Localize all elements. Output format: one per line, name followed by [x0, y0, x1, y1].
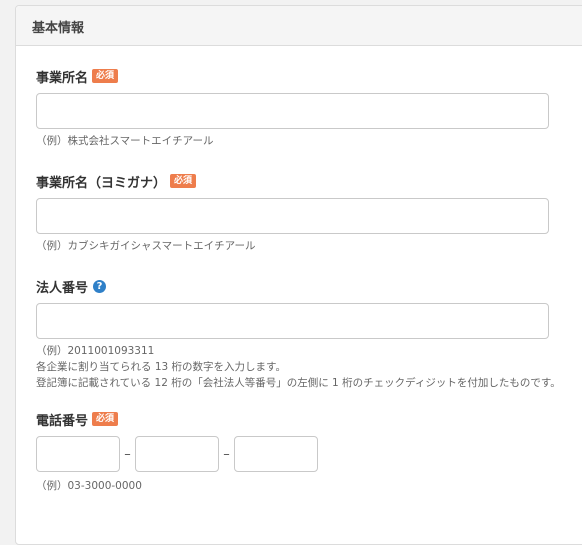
corporate-number-input[interactable] — [36, 303, 549, 339]
form-body: 事業所名 必須 （例）株式会社スマートエイチアール 事業所名（ヨミガナ） 必須 … — [16, 46, 582, 494]
office-name-kana-label: 事業所名（ヨミガナ） — [36, 175, 167, 191]
phone-exchange-input[interactable] — [135, 436, 219, 472]
question-circle-icon[interactable]: ? — [93, 279, 107, 293]
office-name-kana-input[interactable] — [36, 198, 549, 234]
phone-label: 電話番号 — [36, 413, 89, 429]
office-name-label-row: 事業所名 必須 — [36, 66, 582, 86]
office-name-hint: （例）株式会社スマートエイチアール — [36, 135, 214, 147]
section-title: 基本情報 — [16, 6, 582, 46]
corporate-number-hint-example: （例）2011001093311 — [36, 345, 155, 357]
corporate-number-label: 法人番号 — [36, 280, 89, 296]
office-name-input[interactable] — [36, 93, 549, 129]
office-name-label: 事業所名 — [36, 70, 89, 86]
corporate-number-hint-desc: 各企業に割り当てられる 13 桁の数字を入力します。 — [36, 361, 286, 373]
office-name-field: 事業所名 必須 （例）株式会社スマートエイチアール — [36, 66, 582, 149]
phone-separator: – — [223, 446, 230, 462]
corporate-number-field: 法人番号 ? （例）2011001093311 各企業に割り当てられる 13 桁… — [36, 276, 582, 391]
corporate-number-hint: （例）2011001093311 各企業に割り当てられる 13 桁の数字を入力し… — [36, 343, 561, 391]
required-badge: 必須 — [92, 412, 119, 426]
phone-field: 電話番号 必須 – – （例）03-3000-0000 — [36, 409, 582, 494]
office-name-kana-label-row: 事業所名（ヨミガナ） 必須 — [36, 171, 582, 191]
corporate-number-label-row: 法人番号 ? — [36, 276, 582, 296]
phone-label-row: 電話番号 必須 — [36, 409, 582, 429]
phone-inputs: – – — [36, 436, 582, 472]
corporate-number-hint-detail: 登記簿に記載されている 12 桁の「会社法人等番号」の左側に 1 桁のチェックデ… — [36, 377, 561, 389]
basic-info-panel: 基本情報 事業所名 必須 （例）株式会社スマートエイチアール 事業所名（ヨミガナ… — [15, 5, 582, 545]
office-name-kana-hint: （例）カブシキガイシャスマートエイチアール — [36, 240, 256, 252]
required-badge: 必須 — [170, 174, 197, 188]
phone-hint: （例）03-3000-0000 — [36, 480, 142, 492]
office-name-kana-field: 事業所名（ヨミガナ） 必須 （例）カブシキガイシャスマートエイチアール — [36, 171, 582, 254]
phone-subscriber-input[interactable] — [234, 436, 318, 472]
required-badge: 必須 — [92, 69, 119, 83]
phone-area-code-input[interactable] — [36, 436, 120, 472]
phone-separator: – — [124, 446, 131, 462]
